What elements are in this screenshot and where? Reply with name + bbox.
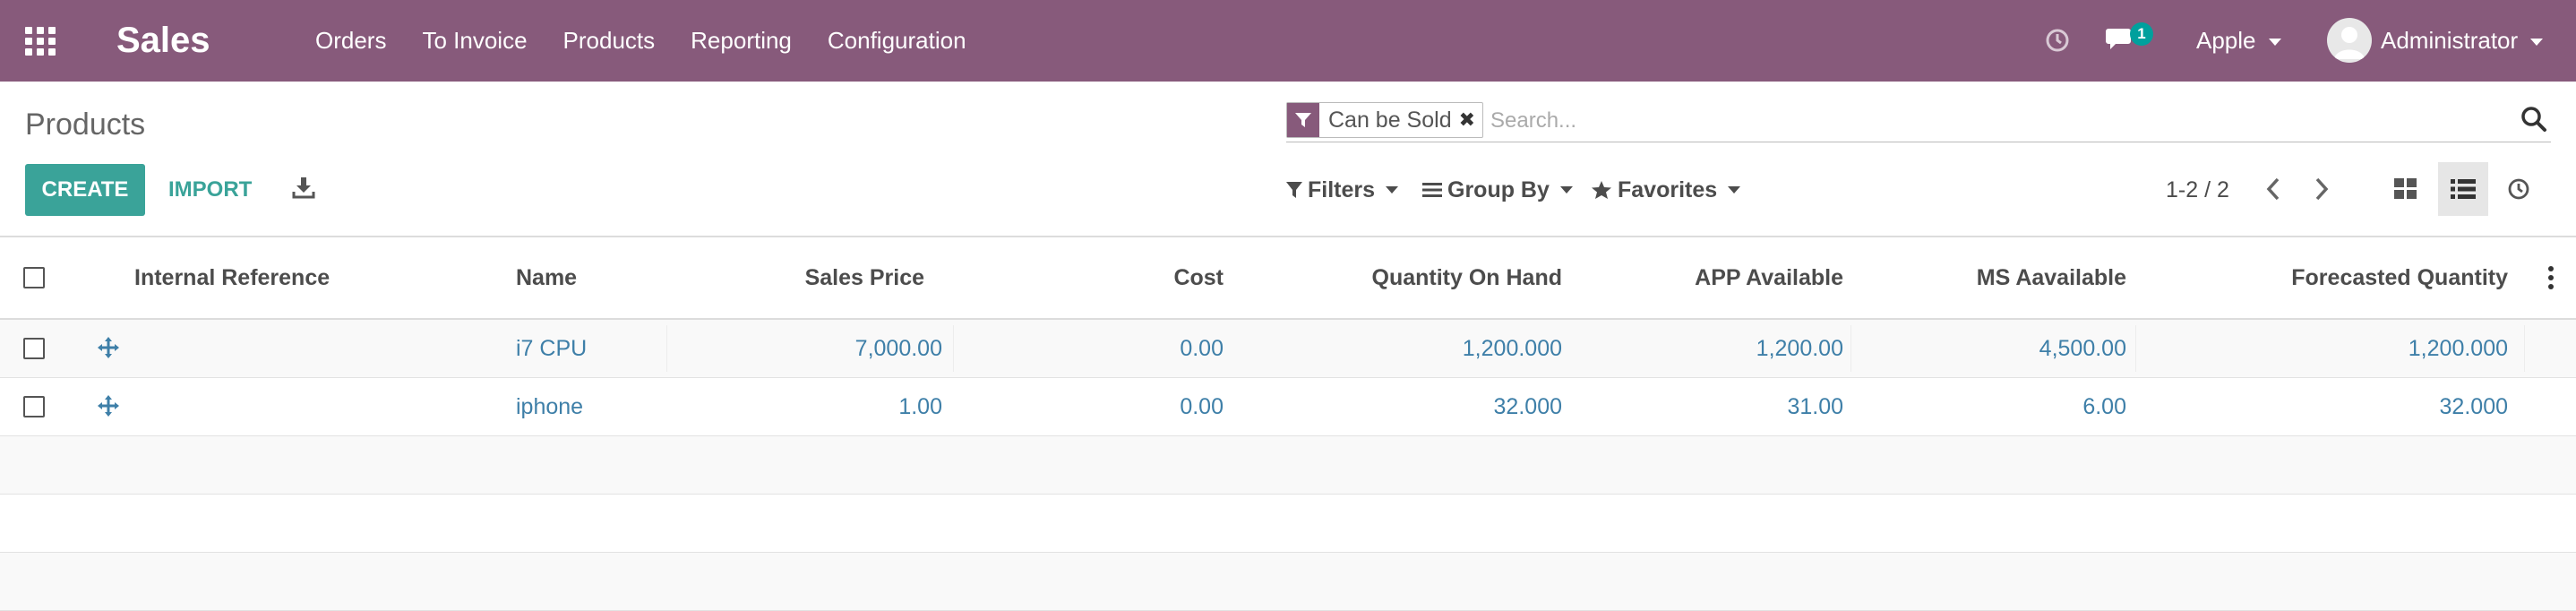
apps-menu-icon[interactable] bbox=[25, 27, 57, 56]
cell-quantity-on-hand[interactable]: 32.000 bbox=[1263, 378, 1562, 435]
cell-quantity-on-hand[interactable]: 1,200.000 bbox=[1263, 320, 1562, 377]
cell-separator bbox=[2135, 325, 2136, 372]
cell-forecasted-quantity[interactable]: 1,200.000 bbox=[2150, 320, 2508, 377]
favorites-label: Favorites bbox=[1618, 177, 1718, 202]
import-button[interactable]: IMPORT bbox=[159, 164, 261, 216]
row-checkbox[interactable] bbox=[23, 396, 45, 417]
table-row[interactable]: iphone 1.00 0.00 32.000 31.00 6.00 32.00… bbox=[0, 378, 2576, 436]
menu-item-reporting[interactable]: Reporting bbox=[691, 27, 792, 55]
chevron-down-icon bbox=[1386, 186, 1399, 194]
app-name[interactable]: Sales bbox=[116, 18, 210, 63]
empty-row bbox=[0, 495, 2576, 553]
filter-icon bbox=[1287, 103, 1319, 137]
chevron-down-icon bbox=[1559, 186, 1573, 194]
kanban-view-button[interactable] bbox=[2381, 162, 2431, 216]
facet-value: Can be Sold bbox=[1328, 107, 1452, 133]
user-avatar[interactable] bbox=[2327, 18, 2372, 63]
top-navbar: Sales Orders To Invoice Products Reporti… bbox=[0, 0, 2576, 82]
empty-row bbox=[0, 436, 2576, 495]
activity-view-button[interactable] bbox=[2494, 162, 2544, 216]
favorites-dropdown[interactable]: Favorites bbox=[1591, 176, 1741, 204]
column-header-internal-reference[interactable]: Internal Reference bbox=[134, 237, 330, 318]
filters-dropdown[interactable]: Filters bbox=[1286, 176, 1399, 204]
cell-separator bbox=[666, 325, 667, 372]
user-menu[interactable]: Administrator bbox=[2381, 25, 2544, 56]
column-header-sales-price[interactable]: Sales Price bbox=[681, 237, 924, 318]
group-by-dropdown[interactable]: Group By bbox=[1422, 176, 1573, 204]
cell-app-available[interactable]: 1,200.00 bbox=[1594, 320, 1843, 377]
drag-handle-icon[interactable] bbox=[97, 336, 120, 364]
search-bar: Can be Sold ✖ bbox=[1286, 100, 2551, 142]
search-icon[interactable] bbox=[2520, 106, 2547, 137]
cell-separator bbox=[1850, 325, 1851, 372]
menu-item-to-invoice[interactable]: To Invoice bbox=[422, 27, 527, 55]
create-button[interactable]: CREATE bbox=[25, 164, 145, 216]
group-by-icon bbox=[1422, 183, 1442, 197]
pager-value[interactable]: 1-2 / 2 bbox=[2166, 176, 2229, 204]
star-icon bbox=[1592, 181, 1611, 199]
cell-sales-price[interactable]: 1.00 bbox=[681, 378, 942, 435]
table-row[interactable]: i7 CPU 7,000.00 0.00 1,200.000 1,200.00 … bbox=[0, 320, 2576, 378]
chevron-left-icon[interactable] bbox=[2264, 176, 2282, 207]
filter-icon bbox=[1286, 182, 1302, 198]
user-name: Administrator bbox=[2381, 27, 2519, 54]
activities-clock-icon[interactable] bbox=[2044, 27, 2071, 58]
menu-item-configuration[interactable]: Configuration bbox=[828, 27, 966, 55]
select-all-checkbox[interactable] bbox=[23, 267, 45, 288]
column-header-cost[interactable]: Cost bbox=[985, 237, 1224, 318]
search-facet: Can be Sold ✖ bbox=[1286, 102, 1484, 138]
row-checkbox[interactable] bbox=[23, 338, 45, 359]
cell-separator bbox=[2524, 325, 2525, 372]
company-name: Apple bbox=[2196, 27, 2256, 54]
column-header-quantity-on-hand[interactable]: Quantity On Hand bbox=[1263, 237, 1563, 318]
download-icon[interactable] bbox=[292, 176, 315, 203]
column-header-forecasted-quantity[interactable]: Forecasted Quantity bbox=[2150, 237, 2508, 318]
chevron-right-icon[interactable] bbox=[2313, 176, 2331, 207]
chevron-down-icon bbox=[2268, 39, 2281, 47]
group-by-label: Group By bbox=[1447, 177, 1550, 202]
cell-separator bbox=[953, 325, 954, 372]
company-switcher[interactable]: Apple bbox=[2196, 25, 2281, 56]
main-menu: Orders To Invoice Products Reporting Con… bbox=[315, 0, 1002, 82]
drag-handle-icon[interactable] bbox=[97, 394, 120, 422]
kanban-icon bbox=[2394, 178, 2417, 199]
cell-forecasted-quantity[interactable]: 32.000 bbox=[2150, 378, 2508, 435]
cell-app-available[interactable]: 31.00 bbox=[1594, 378, 1843, 435]
cell-ms-available[interactable]: 4,500.00 bbox=[1876, 320, 2126, 377]
page-title: Products bbox=[25, 108, 146, 142]
chevron-down-icon bbox=[2530, 39, 2544, 47]
column-header-name[interactable]: Name bbox=[516, 237, 577, 318]
filters-label: Filters bbox=[1308, 177, 1376, 202]
search-input[interactable] bbox=[1489, 104, 2477, 138]
optional-columns-icon[interactable] bbox=[2547, 264, 2555, 296]
cell-sales-price[interactable]: 7,000.00 bbox=[681, 320, 942, 377]
empty-row bbox=[0, 553, 2576, 611]
messages-chat-icon[interactable] bbox=[2105, 25, 2134, 56]
menu-item-orders[interactable]: Orders bbox=[315, 27, 386, 55]
cell-name[interactable]: i7 CPU bbox=[516, 320, 587, 377]
cell-ms-available[interactable]: 6.00 bbox=[1876, 378, 2126, 435]
list-icon bbox=[2451, 179, 2476, 199]
list-view-button[interactable] bbox=[2438, 162, 2488, 216]
clock-icon bbox=[2508, 178, 2529, 200]
chevron-down-icon bbox=[1728, 186, 1741, 194]
table-header: Internal Reference Name Sales Price Cost… bbox=[0, 237, 2576, 320]
cell-cost[interactable]: 0.00 bbox=[985, 378, 1224, 435]
cell-cost[interactable]: 0.00 bbox=[985, 320, 1224, 377]
messages-count-badge: 1 bbox=[2130, 22, 2153, 46]
remove-facet-icon[interactable]: ✖ bbox=[1459, 108, 1482, 132]
column-header-ms-available[interactable]: MS Aavailable bbox=[1876, 237, 2126, 318]
menu-item-products[interactable]: Products bbox=[563, 27, 656, 55]
cell-name[interactable]: iphone bbox=[516, 378, 583, 435]
column-header-app-available[interactable]: APP Available bbox=[1594, 237, 1843, 318]
